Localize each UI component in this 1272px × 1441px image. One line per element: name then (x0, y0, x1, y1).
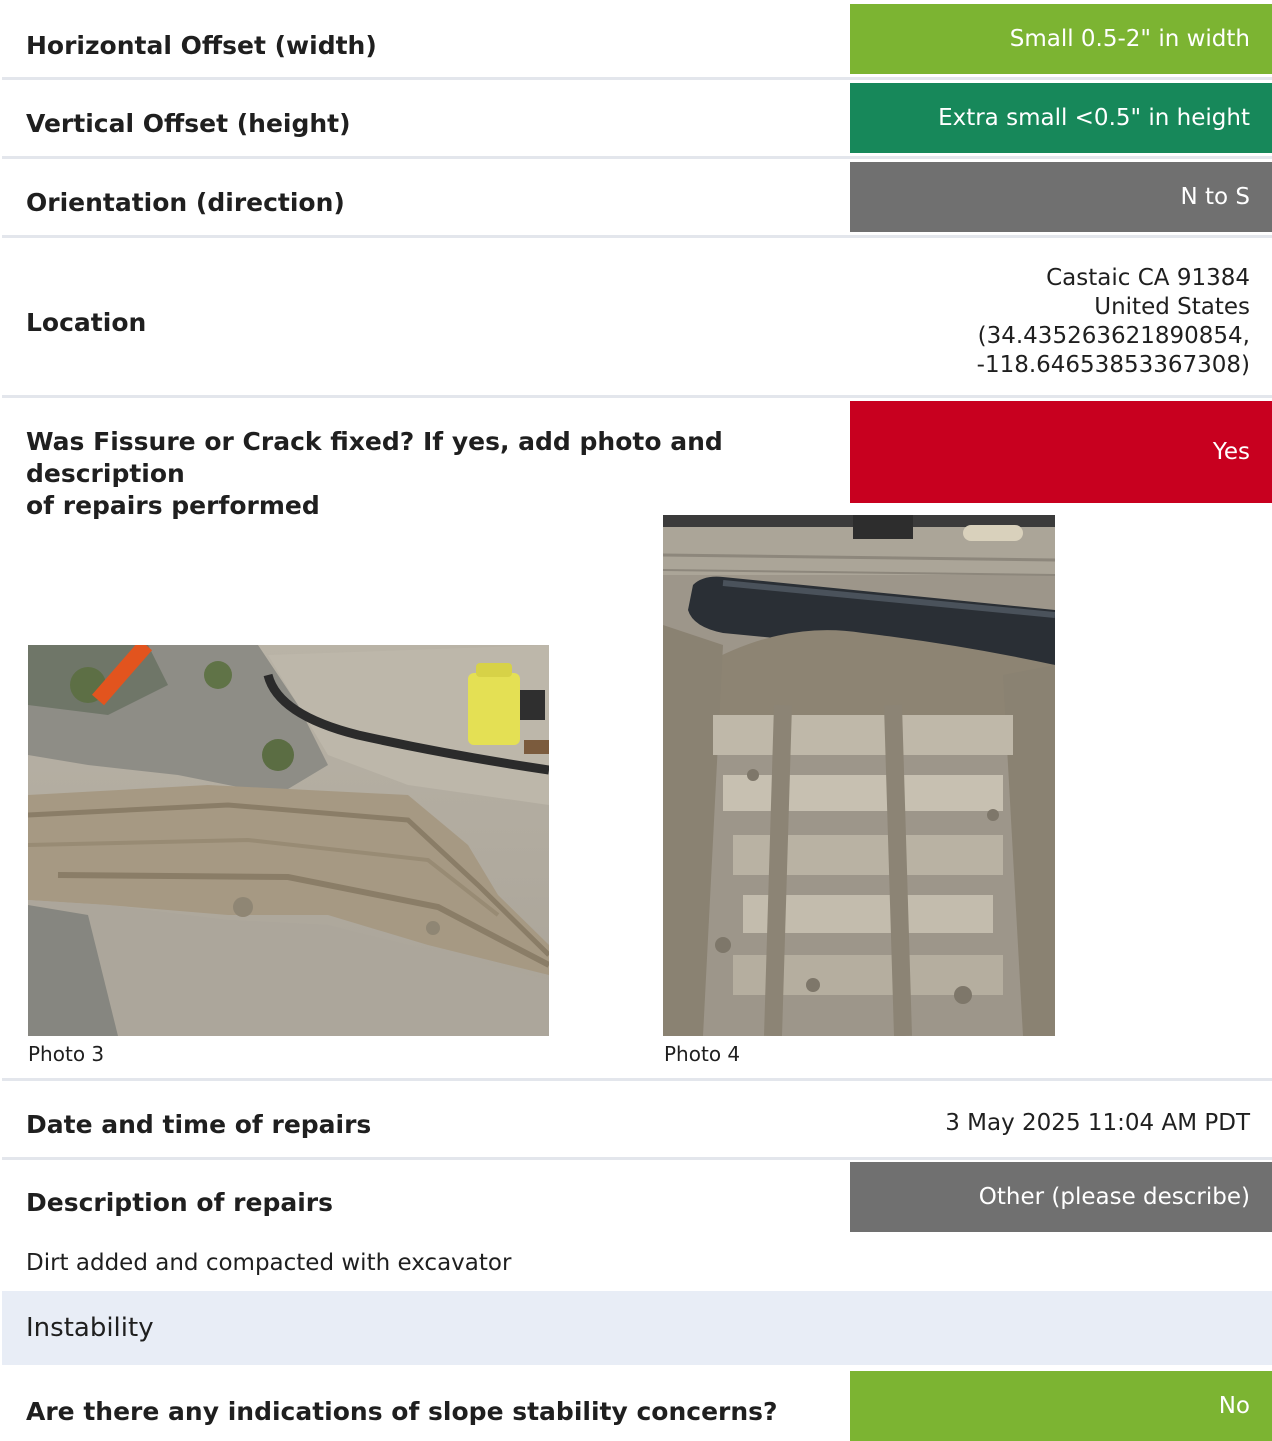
divider (2, 1078, 1272, 1081)
orientation-label: Orientation (direction) (26, 188, 345, 217)
vertical-offset-badge: Extra small <0.5" in height (850, 83, 1272, 153)
repair-description-label: Description of repairs (26, 1188, 333, 1217)
divider (2, 235, 1272, 238)
repair-description-value: Other (please describe) (978, 1184, 1250, 1210)
fixed-question-label: Was Fissure or Crack fixed? If yes, add … (26, 426, 841, 522)
repair-description-badge: Other (please describe) (850, 1162, 1272, 1232)
fixed-value: Yes (1212, 439, 1250, 465)
photo-3-caption: Photo 3 (28, 1042, 105, 1066)
location-value: Castaic CA 91384 United States (34.43526… (977, 264, 1250, 380)
location-line-4: -118.64653853367308) (976, 352, 1250, 378)
inspection-report-page: Horizontal Offset (width) Small 0.5-2" i… (0, 0, 1272, 1441)
slope-concerns-badge: No (850, 1371, 1272, 1441)
orientation-value: N to S (1180, 184, 1250, 210)
vertical-offset-label: Vertical Offset (height) (26, 109, 351, 138)
location-label: Location (26, 308, 147, 337)
horizontal-offset-label: Horizontal Offset (width) (26, 31, 377, 60)
photo-4-drawing (663, 515, 1055, 1036)
photo-4-caption: Photo 4 (664, 1042, 741, 1066)
divider (2, 156, 1272, 159)
divider (2, 1157, 1272, 1160)
divider (2, 395, 1272, 398)
fixed-question-line-1: Was Fissure or Crack fixed? If yes, add … (26, 427, 723, 488)
slope-concerns-value: No (1218, 1393, 1250, 1419)
location-line-1: Castaic CA 91384 (1046, 265, 1250, 291)
repair-notes: Dirt added and compacted with excavator (26, 1250, 512, 1276)
slope-concerns-label: Are there any indications of slope stabi… (26, 1397, 778, 1426)
photo-4-image[interactable] (663, 515, 1055, 1036)
location-line-2: United States (1094, 294, 1250, 320)
instability-section-header: Instability (2, 1291, 1272, 1365)
photo-3-image[interactable] (28, 645, 549, 1036)
repair-date-label: Date and time of repairs (26, 1110, 372, 1139)
horizontal-offset-badge: Small 0.5-2" in width (850, 4, 1272, 74)
orientation-badge: N to S (850, 162, 1272, 232)
location-line-3: (34.435263621890854, (977, 323, 1250, 349)
fixed-badge: Yes (850, 401, 1272, 503)
vertical-offset-value: Extra small <0.5" in height (938, 105, 1250, 131)
repair-date-value: 3 May 2025 11:04 AM PDT (945, 1110, 1250, 1136)
horizontal-offset-value: Small 0.5-2" in width (1009, 26, 1250, 52)
photo-3-drawing (28, 645, 549, 1036)
instability-section-title: Instability (26, 1313, 154, 1343)
divider (2, 77, 1272, 80)
